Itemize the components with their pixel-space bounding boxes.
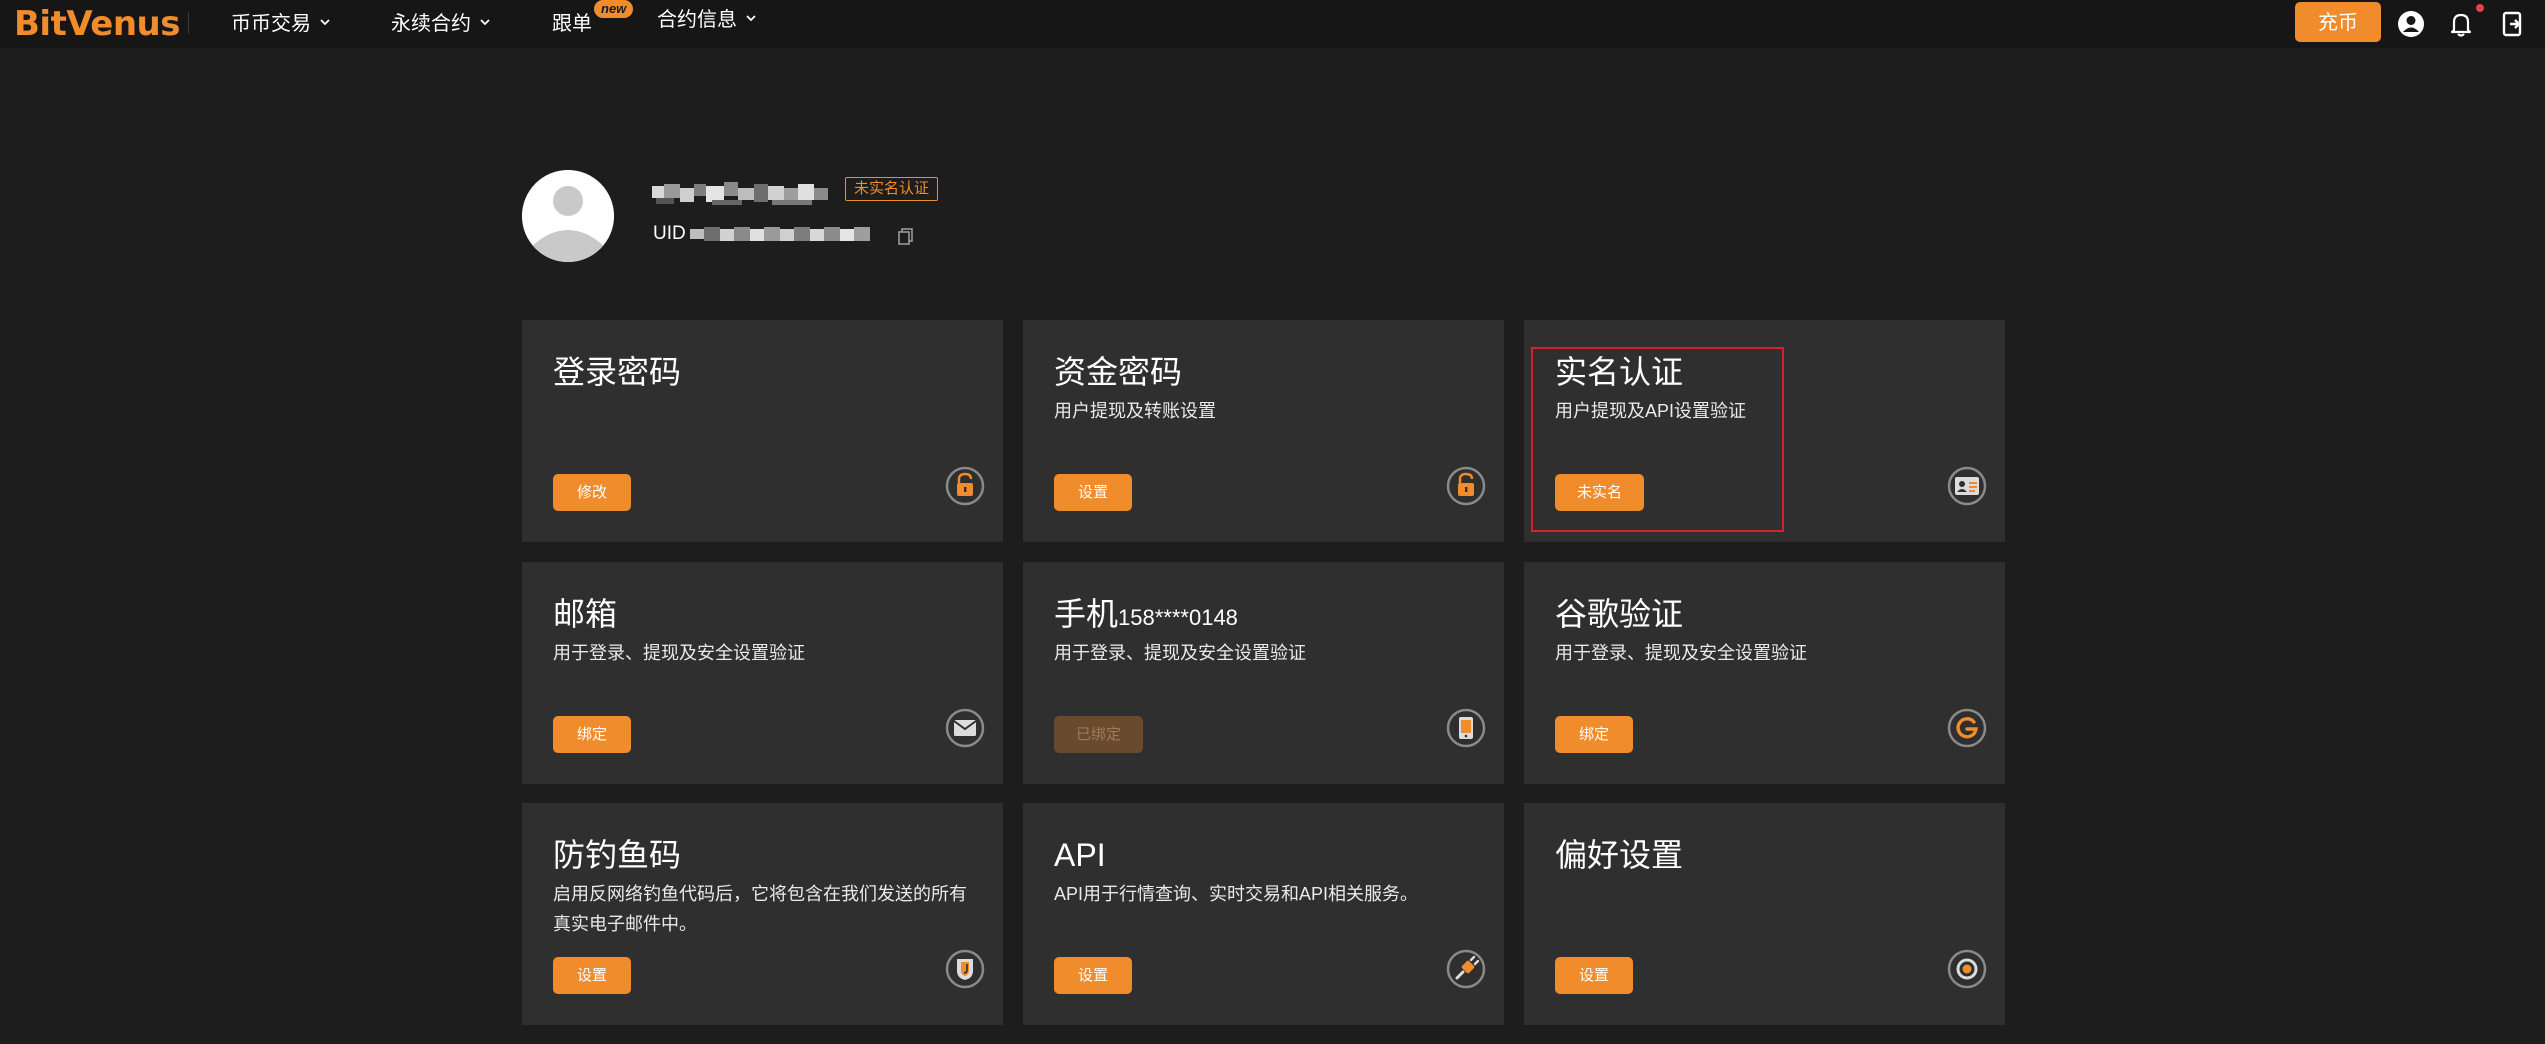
card-title: 登录密码 — [553, 354, 682, 390]
card-login-password: 登录密码 修改 — [522, 320, 1003, 542]
nav-divider — [188, 12, 189, 34]
kyc-status-badge: 未实名认证 — [845, 177, 939, 201]
download-app-icon[interactable] — [2497, 8, 2529, 40]
nav-perpetual-contracts-label: 永续合约 — [391, 13, 471, 35]
google-icon — [1947, 708, 1987, 748]
card-title: 谷歌验证 — [1555, 596, 1684, 632]
uid-value-masked — [690, 227, 870, 241]
set-preferences-button[interactable]: 设置 — [1555, 957, 1634, 994]
bind-email-button[interactable]: 绑定 — [553, 716, 632, 753]
copy-icon[interactable] — [896, 226, 916, 246]
card-identity-verification: 实名认证 用户提现及API设置验证 未实名 — [1524, 320, 2005, 542]
card-email: 邮箱 用于登录、提现及安全设置验证 绑定 — [522, 562, 1003, 784]
card-title: 实名认证 — [1555, 354, 1684, 390]
set-api-button[interactable]: 设置 — [1054, 957, 1133, 994]
top-navigation-bar: BitVenus 币币交易 永续合约 跟单 new 合约信息 充币 — [0, 0, 2545, 48]
set-fund-password-button[interactable]: 设置 — [1054, 474, 1133, 511]
nav-contract-info[interactable]: 合约信息 — [657, 0, 757, 44]
bitvenus-logo[interactable]: BitVenus — [14, 4, 180, 44]
card-description: 用于登录、提现及安全设置验证 — [1054, 643, 1306, 663]
nav-contract-info-label: 合约信息 — [657, 9, 737, 31]
card-google-authenticator: 谷歌验证 用于登录、提现及安全设置验证 绑定 — [1524, 562, 2005, 784]
lock-icon — [1446, 466, 1486, 506]
card-phone: 手机158****0148 用于登录、提现及安全设置验证 已绑定 — [1023, 562, 1504, 784]
set-anti-phishing-code-button[interactable]: 设置 — [553, 957, 632, 994]
card-description: API用于行情查询、实时交易和API相关服务。 — [1054, 884, 1419, 904]
card-anti-phishing-code: 防钓鱼码 启用反网络钓鱼代码后，它将包含在我们发送的所有真实电子邮件中。 设置 — [522, 803, 1003, 1025]
chevron-down-icon — [480, 19, 490, 26]
identity-unverified-button[interactable]: 未实名 — [1555, 474, 1645, 511]
card-title: 偏好设置 — [1555, 837, 1684, 873]
card-title-text: 手机 — [1054, 596, 1119, 632]
phone-bound-button: 已绑定 — [1054, 716, 1144, 753]
nav-spot-trading[interactable]: 币币交易 — [231, 0, 331, 48]
phone-number: 158****0148 — [1118, 605, 1238, 630]
card-api: API API用于行情查询、实时交易和API相关服务。 设置 — [1023, 803, 1504, 1025]
card-description: 用户提现及API设置验证 — [1555, 401, 1747, 421]
bind-google-authenticator-button[interactable]: 绑定 — [1555, 716, 1634, 753]
bell-icon[interactable] — [2445, 8, 2477, 40]
lock-icon — [945, 466, 985, 506]
card-fund-password: 资金密码 用户提现及转账设置 设置 — [1023, 320, 1504, 542]
nav-perpetual-contracts[interactable]: 永续合约 — [391, 0, 491, 48]
phone-icon — [1446, 708, 1486, 748]
chevron-down-icon — [320, 19, 330, 26]
nav-copy-trading[interactable]: 跟单 — [552, 0, 592, 48]
default-avatar-icon — [522, 170, 614, 262]
card-description: 用户提现及转账设置 — [1054, 401, 1216, 421]
card-title: 手机158****0148 — [1054, 594, 1238, 638]
card-title: 邮箱 — [553, 596, 618, 632]
notification-dot — [2476, 4, 2484, 12]
card-title: 防钓鱼码 — [553, 837, 682, 873]
card-description: 用于登录、提现及安全设置验证 — [553, 643, 805, 663]
modify-login-password-button[interactable]: 修改 — [553, 474, 632, 511]
card-description: 用于登录、提现及安全设置验证 — [1555, 643, 1807, 663]
shield-icon — [945, 949, 985, 989]
card-title: API — [1054, 837, 1106, 873]
username-masked — [652, 182, 828, 205]
id-card-icon — [1947, 466, 1987, 506]
new-badge: new — [594, 0, 634, 18]
nav-spot-trading-label: 币币交易 — [231, 13, 311, 35]
card-preferences: 偏好设置 设置 — [1524, 803, 2005, 1025]
uid-label: UID — [653, 223, 686, 244]
user-icon[interactable] — [2395, 8, 2427, 40]
deposit-button[interactable]: 充币 — [2295, 2, 2381, 42]
chevron-down-icon — [746, 15, 756, 22]
card-title: 资金密码 — [1054, 354, 1183, 390]
preferences-icon — [1947, 949, 1987, 989]
api-icon — [1446, 949, 1486, 989]
nav-copy-trading-label: 跟单 — [552, 13, 592, 35]
avatar — [522, 170, 614, 262]
mail-icon — [945, 708, 985, 748]
card-description: 启用反网络钓鱼代码后，它将包含在我们发送的所有真实电子邮件中。 — [553, 884, 967, 934]
